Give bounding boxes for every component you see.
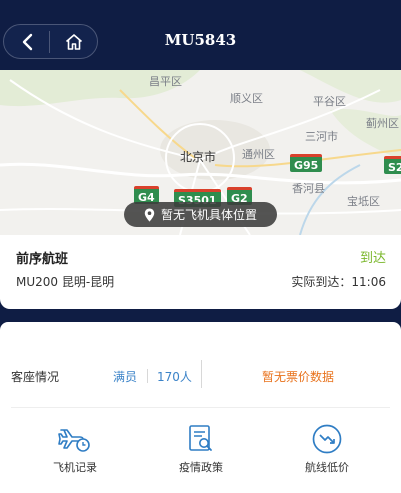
location-pin-icon (144, 208, 155, 221)
previous-flight-status: 到达 (359, 251, 386, 266)
previous-flight-arrival: 实际到达：11:06 (291, 275, 386, 289)
info-card: 客座情况 满员 170人 暂无票价数据 飞机记录 疫情政策 航线低价 (0, 322, 401, 493)
low-price-label: 航线低价 (305, 461, 349, 474)
previous-flight-title: 前序航班 (16, 252, 69, 267)
highway-shield-s2: S2 (384, 156, 401, 174)
seat-status: 满员 (113, 370, 138, 384)
trend-down-icon (312, 424, 342, 454)
seat-count: 170人 (157, 370, 192, 384)
airplane-clock-icon (58, 429, 90, 452)
map-label-sanhe: 三河市 (305, 130, 338, 143)
map-label-baodi: 宝坻区 (347, 195, 380, 208)
map-label-tongzhou: 通州区 (242, 148, 275, 161)
map-label-xianghe: 香河县 (292, 182, 325, 195)
epidemic-policy-button[interactable]: 疫情政策 (161, 422, 241, 475)
document-search-icon (189, 425, 212, 451)
map-label-jizhou: 蓟州区 (366, 117, 399, 130)
map-label-changping: 昌平区 (149, 75, 182, 88)
previous-flight-route: MU200 昆明-昆明 (16, 275, 115, 289)
low-price-button[interactable]: 航线低价 (287, 422, 367, 475)
section-divider (11, 407, 390, 408)
highway-shield-g95: G95 (290, 154, 323, 172)
location-tip: 暂无飞机具体位置 (124, 202, 277, 227)
location-tip-text: 暂无飞机具体位置 (160, 208, 257, 222)
flight-records-label: 飞机记录 (53, 461, 97, 474)
map-label-beijing: 北京市 (180, 150, 217, 164)
price-info: 暂无票价数据 (262, 370, 335, 384)
map-label-pinggu: 平谷区 (313, 95, 346, 108)
previous-flight-card[interactable]: 前序航班 到达 MU200 昆明-昆明 实际到达：11:06 (0, 235, 401, 309)
seat-label: 客座情况 (11, 370, 60, 384)
seat-divider (147, 369, 148, 383)
top-header: MU5843 (0, 0, 401, 70)
epidemic-policy-label: 疫情政策 (179, 461, 223, 474)
map-label-shunyi: 顺义区 (230, 92, 263, 105)
flight-records-button[interactable]: 飞机记录 (35, 422, 115, 475)
seat-price-divider (201, 360, 202, 388)
page-title: MU5843 (164, 31, 237, 49)
